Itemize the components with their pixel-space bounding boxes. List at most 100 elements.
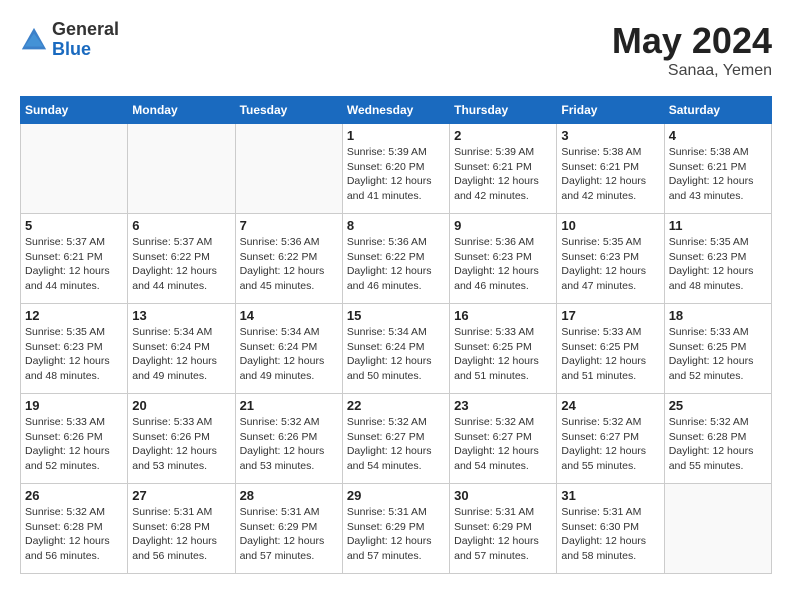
- day-number: 7: [240, 218, 338, 233]
- week-row-2: 5 Sunrise: 5:37 AM Sunset: 6:21 PM Daylig…: [21, 214, 772, 304]
- day-number: 29: [347, 488, 445, 503]
- day-cell-23: 23 Sunrise: 5:32 AM Sunset: 6:27 PM Dayli…: [450, 394, 557, 484]
- empty-cell: [21, 124, 128, 214]
- day-cell-14: 14Sunrise: 5:34 AM Sunset: 6:24 PM Dayli…: [235, 304, 342, 394]
- location-subtitle: Sanaa, Yemen: [612, 62, 772, 80]
- day-number: 24: [561, 398, 659, 413]
- day-info: Sunrise: 5:37 AM Sunset: 6:22 PM Dayligh…: [132, 235, 230, 294]
- day-cell-15: 15 Sunrise: 5:34 AM Sunset: 6:24 PM Dayli…: [342, 304, 449, 394]
- day-cell-7: 7 Sunrise: 5:36 AM Sunset: 6:22 PM Daylig…: [235, 214, 342, 304]
- logo: General Blue: [20, 20, 119, 60]
- day-cell-8: 8 Sunrise: 5:36 AM Sunset: 6:22 PM Daylig…: [342, 214, 449, 304]
- day-cell-29: 29 Sunrise: 5:31 AM Sunset: 6:29 PM Dayli…: [342, 484, 449, 574]
- day-info: Sunrise: 5:31 AM Sunset: 6:29 PM Dayligh…: [347, 505, 445, 564]
- day-info: Sunrise: 5:33 AM Sunset: 6:26 PM Dayligh…: [132, 415, 230, 474]
- day-number: 9: [454, 218, 552, 233]
- day-info: Sunrise: 5:32 AM Sunset: 6:27 PM Dayligh…: [561, 415, 659, 474]
- page-header: General Blue May 2024 Sanaa, Yemen: [20, 20, 772, 80]
- day-number: 3: [561, 128, 659, 143]
- day-info: Sunrise: 5:33 AM Sunset: 6:26 PM Dayligh…: [25, 415, 123, 474]
- day-number: 26: [25, 488, 123, 503]
- day-number: 6: [132, 218, 230, 233]
- week-row-1: 1 Sunrise: 5:39 AM Sunset: 6:20 PM Daylig…: [21, 124, 772, 214]
- day-info: Sunrise: 5:39 AM Sunset: 6:21 PM Dayligh…: [454, 145, 552, 204]
- day-cell-24: 24 Sunrise: 5:32 AM Sunset: 6:27 PM Dayli…: [557, 394, 664, 484]
- weekday-header-row: SundayMondayTuesdayWednesdayThursdayFrid…: [21, 97, 772, 124]
- day-number: 8: [347, 218, 445, 233]
- weekday-header-saturday: Saturday: [664, 97, 771, 124]
- day-cell-19: 19 Sunrise: 5:33 AM Sunset: 6:26 PM Dayli…: [21, 394, 128, 484]
- week-row-4: 19 Sunrise: 5:33 AM Sunset: 6:26 PM Dayli…: [21, 394, 772, 484]
- day-cell-20: 20 Sunrise: 5:33 AM Sunset: 6:26 PM Dayli…: [128, 394, 235, 484]
- day-number: 18: [669, 308, 767, 323]
- day-cell-31: 31 Sunrise: 5:31 AM Sunset: 6:30 PM Dayli…: [557, 484, 664, 574]
- day-cell-16: 16 Sunrise: 5:33 AM Sunset: 6:25 PM Dayli…: [450, 304, 557, 394]
- day-cell-30: 30 Sunrise: 5:31 AM Sunset: 6:29 PM Dayli…: [450, 484, 557, 574]
- day-number: 16: [454, 308, 552, 323]
- day-info: Sunrise: 5:38 AM Sunset: 6:21 PM Dayligh…: [561, 145, 659, 204]
- day-info: Sunrise: 5:34 AM Sunset: 6:24 PM Dayligh…: [132, 325, 230, 384]
- day-cell-27: 27Sunrise: 5:31 AM Sunset: 6:28 PM Dayli…: [128, 484, 235, 574]
- day-number: 21: [240, 398, 338, 413]
- weekday-header-wednesday: Wednesday: [342, 97, 449, 124]
- day-info: Sunrise: 5:31 AM Sunset: 6:29 PM Dayligh…: [240, 505, 338, 564]
- empty-cell: [235, 124, 342, 214]
- day-cell-4: 4Sunrise: 5:38 AM Sunset: 6:21 PM Daylig…: [664, 124, 771, 214]
- day-info: Sunrise: 5:31 AM Sunset: 6:28 PM Dayligh…: [132, 505, 230, 564]
- week-row-3: 12Sunrise: 5:35 AM Sunset: 6:23 PM Dayli…: [21, 304, 772, 394]
- day-number: 4: [669, 128, 767, 143]
- day-info: Sunrise: 5:34 AM Sunset: 6:24 PM Dayligh…: [347, 325, 445, 384]
- day-cell-3: 3 Sunrise: 5:38 AM Sunset: 6:21 PM Daylig…: [557, 124, 664, 214]
- logo-blue: Blue: [52, 40, 119, 60]
- title-section: May 2024 Sanaa, Yemen: [612, 20, 772, 80]
- logo-text: General Blue: [52, 20, 119, 60]
- day-cell-26: 26 Sunrise: 5:32 AM Sunset: 6:28 PM Dayli…: [21, 484, 128, 574]
- day-info: Sunrise: 5:35 AM Sunset: 6:23 PM Dayligh…: [561, 235, 659, 294]
- day-info: Sunrise: 5:33 AM Sunset: 6:25 PM Dayligh…: [561, 325, 659, 384]
- day-number: 23: [454, 398, 552, 413]
- day-info: Sunrise: 5:31 AM Sunset: 6:30 PM Dayligh…: [561, 505, 659, 564]
- day-info: Sunrise: 5:37 AM Sunset: 6:21 PM Dayligh…: [25, 235, 123, 294]
- day-number: 20: [132, 398, 230, 413]
- day-info: Sunrise: 5:32 AM Sunset: 6:28 PM Dayligh…: [669, 415, 767, 474]
- day-number: 12: [25, 308, 123, 323]
- weekday-header-thursday: Thursday: [450, 97, 557, 124]
- day-info: Sunrise: 5:33 AM Sunset: 6:25 PM Dayligh…: [669, 325, 767, 384]
- day-cell-2: 2Sunrise: 5:39 AM Sunset: 6:21 PM Daylig…: [450, 124, 557, 214]
- day-info: Sunrise: 5:32 AM Sunset: 6:27 PM Dayligh…: [347, 415, 445, 474]
- logo-icon: [20, 26, 48, 54]
- weekday-header-tuesday: Tuesday: [235, 97, 342, 124]
- day-info: Sunrise: 5:32 AM Sunset: 6:27 PM Dayligh…: [454, 415, 552, 474]
- day-number: 15: [347, 308, 445, 323]
- day-cell-22: 22 Sunrise: 5:32 AM Sunset: 6:27 PM Dayli…: [342, 394, 449, 484]
- day-number: 22: [347, 398, 445, 413]
- day-cell-6: 6 Sunrise: 5:37 AM Sunset: 6:22 PM Daylig…: [128, 214, 235, 304]
- day-info: Sunrise: 5:36 AM Sunset: 6:22 PM Dayligh…: [347, 235, 445, 294]
- day-info: Sunrise: 5:36 AM Sunset: 6:23 PM Dayligh…: [454, 235, 552, 294]
- day-number: 5: [25, 218, 123, 233]
- day-number: 1: [347, 128, 445, 143]
- day-number: 19: [25, 398, 123, 413]
- day-info: Sunrise: 5:32 AM Sunset: 6:28 PM Dayligh…: [25, 505, 123, 564]
- day-number: 28: [240, 488, 338, 503]
- day-info: Sunrise: 5:33 AM Sunset: 6:25 PM Dayligh…: [454, 325, 552, 384]
- month-year-title: May 2024: [612, 20, 772, 62]
- day-number: 11: [669, 218, 767, 233]
- day-number: 13: [132, 308, 230, 323]
- weekday-header-sunday: Sunday: [21, 97, 128, 124]
- day-cell-28: 28 Sunrise: 5:31 AM Sunset: 6:29 PM Dayli…: [235, 484, 342, 574]
- day-number: 31: [561, 488, 659, 503]
- day-cell-17: 17Sunrise: 5:33 AM Sunset: 6:25 PM Dayli…: [557, 304, 664, 394]
- day-number: 25: [669, 398, 767, 413]
- day-info: Sunrise: 5:39 AM Sunset: 6:20 PM Dayligh…: [347, 145, 445, 204]
- empty-cell: [128, 124, 235, 214]
- week-row-5: 26 Sunrise: 5:32 AM Sunset: 6:28 PM Dayli…: [21, 484, 772, 574]
- day-number: 30: [454, 488, 552, 503]
- day-info: Sunrise: 5:34 AM Sunset: 6:24 PM Dayligh…: [240, 325, 338, 384]
- weekday-header-friday: Friday: [557, 97, 664, 124]
- day-info: Sunrise: 5:36 AM Sunset: 6:22 PM Dayligh…: [240, 235, 338, 294]
- day-cell-21: 21Sunrise: 5:32 AM Sunset: 6:26 PM Dayli…: [235, 394, 342, 484]
- calendar-table: SundayMondayTuesdayWednesdayThursdayFrid…: [20, 96, 772, 574]
- day-number: 10: [561, 218, 659, 233]
- day-info: Sunrise: 5:31 AM Sunset: 6:29 PM Dayligh…: [454, 505, 552, 564]
